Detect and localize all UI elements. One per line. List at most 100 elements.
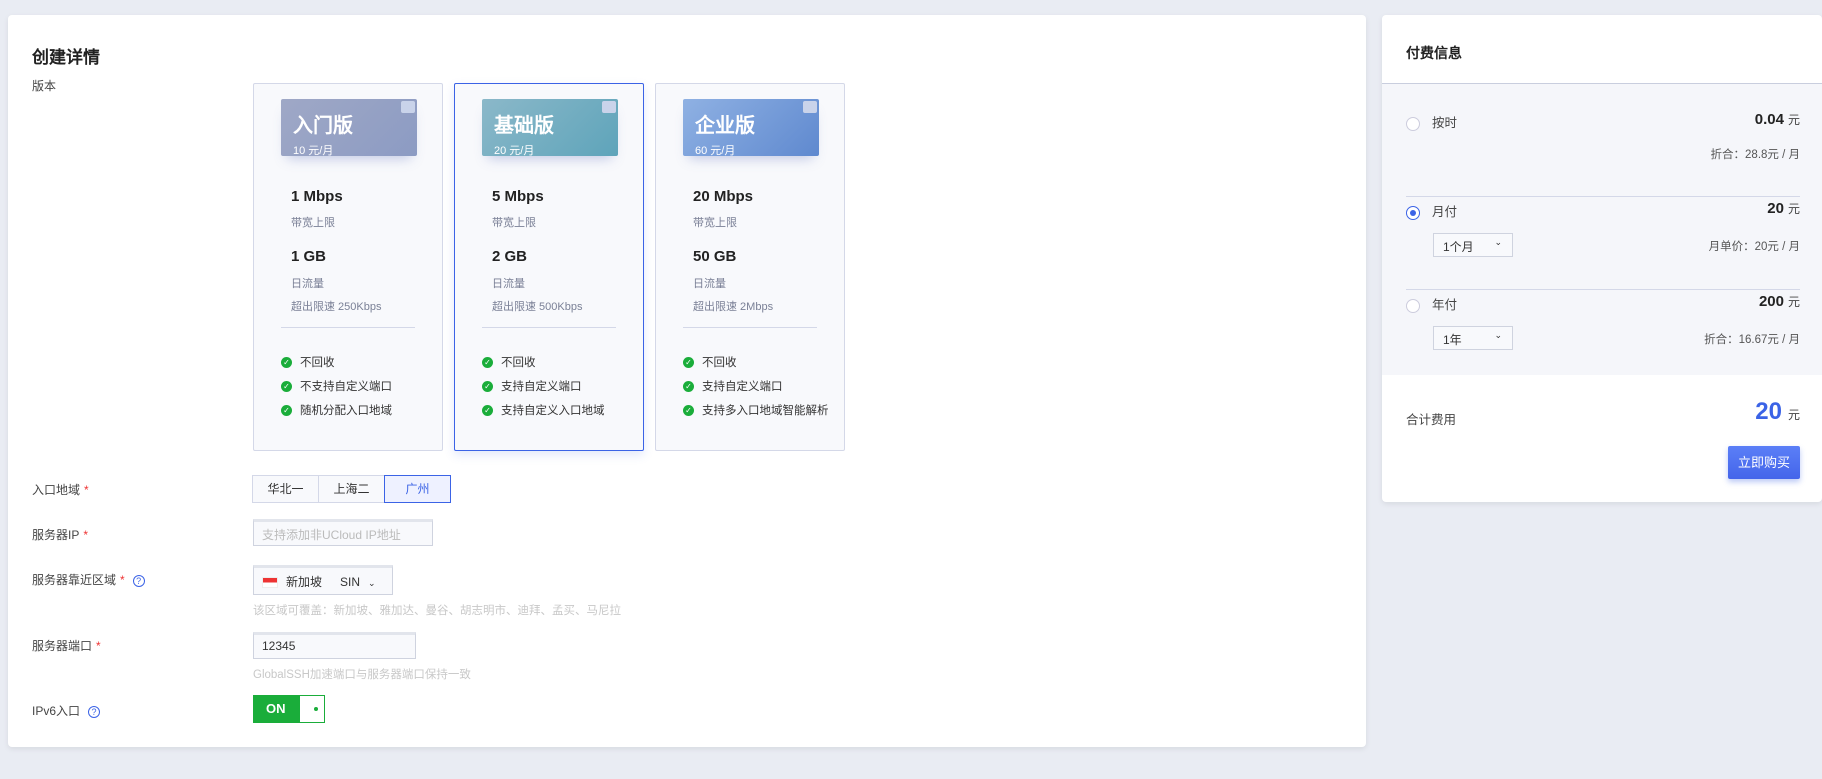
check-circle-icon: ✓ bbox=[281, 381, 292, 393]
plan-limit: 超出限速 500Kbps bbox=[492, 301, 583, 313]
yearly-duration-value: 1年 bbox=[1443, 333, 1462, 347]
plan-traffic: 1 GB bbox=[291, 248, 327, 265]
yearly-label: 年付 bbox=[1432, 298, 1458, 312]
divider bbox=[482, 327, 616, 328]
plan-badge: 企业版 60 元/月 bbox=[683, 99, 819, 157]
server-ip-placeholder: 支持添加非UCloud IP地址 bbox=[262, 528, 401, 542]
ipv6-label-text: IPv6入口 bbox=[32, 704, 81, 718]
near-region-hint: 该区域可覆盖：新加坡、雅加达、曼谷、胡志明市、迪拜、孟买、马尼拉 bbox=[253, 605, 621, 617]
server-ip-input[interactable]: 支持添加非UCloud IP地址 bbox=[253, 519, 433, 546]
buy-now-button[interactable]: 立即购买 bbox=[1728, 446, 1800, 479]
plan-limit: 超出限速 2Mbps bbox=[693, 301, 774, 313]
plan-traffic-label: 日流量 bbox=[291, 278, 324, 290]
help-icon[interactable]: ? bbox=[88, 705, 101, 718]
region-option[interactable]: 华北一 bbox=[252, 475, 319, 503]
plan-bandwidth-label: 带宽上限 bbox=[693, 217, 737, 229]
create-details-panel: 创建详情 版本 入门版 10 元/月 1 Mbps 带宽上限 1 GB 日流量 超… bbox=[8, 15, 1366, 747]
plan-feature: ✓ 不支持自定义端口 bbox=[281, 378, 392, 394]
plan-feature: ✓ 不回收 bbox=[683, 354, 737, 370]
total-price: 20 元 bbox=[1755, 398, 1800, 426]
coupon-icon bbox=[401, 101, 415, 113]
plan-feature-text: 不支持自定义端口 bbox=[300, 381, 392, 393]
check-circle-icon: ✓ bbox=[683, 405, 694, 417]
plan-feature-text: 支持多入口地域智能解析 bbox=[702, 405, 829, 417]
hourly-price-value: 0.04 bbox=[1754, 111, 1784, 128]
payment-title: 付费信息 bbox=[1382, 15, 1822, 84]
billing-hourly[interactable]: 按时 bbox=[1406, 112, 1457, 131]
plan-card[interactable]: 企业版 60 元/月 20 Mbps 带宽上限 50 GB 日流量 超出限速 2M… bbox=[655, 83, 845, 451]
payment-info-panel: 付费信息 按时 0.04 元 折合：28.8元 / 月 月付 20 元 1个月 ⌄ 月… bbox=[1382, 15, 1822, 502]
monthly-price-value: 20 bbox=[1767, 200, 1784, 217]
monthly-duration-value: 1个月 bbox=[1443, 240, 1474, 254]
billing-monthly[interactable]: 月付 bbox=[1406, 201, 1457, 220]
plan-bandwidth: 1 Mbps bbox=[291, 188, 343, 205]
coupon-icon bbox=[602, 101, 616, 113]
plan-traffic-label: 日流量 bbox=[693, 278, 726, 290]
ipv6-toggle[interactable]: ON bbox=[253, 695, 325, 723]
plan-feature: ✓ 支持自定义端口 bbox=[482, 378, 582, 394]
monthly-note: 月单价：20元 / 月 bbox=[1708, 241, 1800, 253]
server-ip-label: 服务器IP * bbox=[32, 526, 88, 543]
plan-name: 企业版 bbox=[695, 115, 755, 137]
chevron-down-icon: ⌄ bbox=[1494, 237, 1502, 247]
hourly-label: 按时 bbox=[1432, 116, 1458, 130]
unit: 元 bbox=[1787, 408, 1800, 422]
ipv6-label: IPv6入口? bbox=[32, 702, 101, 719]
toggle-state: ON bbox=[254, 696, 300, 722]
plan-card[interactable]: 基础版 20 元/月 5 Mbps 带宽上限 2 GB 日流量 超出限速 500K… bbox=[454, 83, 644, 451]
plan-feature: ✓ 不回收 bbox=[482, 354, 536, 370]
unit: 元 bbox=[1787, 202, 1800, 216]
plan-card[interactable]: 入门版 10 元/月 1 Mbps 带宽上限 1 GB 日流量 超出限速 250K… bbox=[253, 83, 443, 451]
plan-bandwidth: 20 Mbps bbox=[693, 188, 754, 205]
near-region-label: 服务器靠近区域 *? bbox=[32, 571, 145, 588]
version-label: 版本 bbox=[32, 79, 57, 93]
near-region-code: SIN bbox=[340, 575, 361, 589]
monthly-duration-select[interactable]: 1个月 ⌄ bbox=[1433, 233, 1513, 257]
plan-feature: ✓ 支持自定义端口 bbox=[683, 378, 783, 394]
hourly-price: 0.04 元 bbox=[1755, 111, 1800, 128]
yearly-price-value: 200 bbox=[1758, 293, 1784, 310]
check-circle-icon: ✓ bbox=[482, 357, 493, 369]
server-port-hint: GlobalSSH加速端口与服务器端口保持一致 bbox=[253, 669, 471, 681]
region-option[interactable]: 上海二 bbox=[318, 475, 385, 503]
chevron-down-icon: ⌄ bbox=[368, 578, 376, 588]
region-label: 入口地域 * bbox=[32, 481, 89, 498]
singapore-flag-icon bbox=[262, 577, 278, 589]
near-region-select[interactable]: 新加坡 SIN ⌄ bbox=[253, 565, 393, 595]
required-mark: * bbox=[83, 528, 89, 542]
radio-hourly[interactable] bbox=[1406, 116, 1420, 131]
monthly-price: 20 元 bbox=[1767, 200, 1800, 217]
total-value: 20 bbox=[1755, 398, 1782, 425]
check-circle-icon: ✓ bbox=[683, 381, 694, 393]
yearly-price: 200 元 bbox=[1759, 293, 1800, 310]
plan-traffic: 2 GB bbox=[492, 248, 528, 265]
plan-feature-text: 随机分配入口地域 bbox=[300, 405, 392, 417]
plan-feature-text: 支持自定义端口 bbox=[501, 381, 582, 393]
hourly-note: 折合：28.8元 / 月 bbox=[1710, 149, 1800, 161]
radio-monthly[interactable] bbox=[1406, 205, 1420, 220]
billing-yearly[interactable]: 年付 bbox=[1406, 294, 1457, 313]
plan-price: 10 元/月 bbox=[293, 145, 334, 157]
plan-feature-text: 不回收 bbox=[702, 357, 737, 369]
server-port-input[interactable]: 12345 bbox=[253, 632, 416, 659]
yearly-duration-select[interactable]: 1年 ⌄ bbox=[1433, 326, 1513, 350]
plan-feature: ✓ 随机分配入口地域 bbox=[281, 402, 392, 418]
divider bbox=[683, 327, 817, 328]
near-region-value: 新加坡 bbox=[286, 575, 323, 589]
page-title: 创建详情 bbox=[32, 48, 100, 67]
region-label-text: 入口地域 bbox=[32, 483, 81, 497]
check-circle-icon: ✓ bbox=[683, 357, 694, 369]
plan-badge: 基础版 20 元/月 bbox=[482, 99, 618, 157]
server-port-label: 服务器端口 * bbox=[32, 637, 101, 654]
region-option-selected[interactable]: 广州 bbox=[384, 475, 451, 503]
unit: 元 bbox=[1787, 113, 1800, 127]
divider bbox=[1406, 196, 1800, 197]
plan-feature-text: 不回收 bbox=[300, 357, 335, 369]
help-icon[interactable]: ? bbox=[132, 574, 145, 587]
check-circle-icon: ✓ bbox=[281, 405, 292, 417]
radio-yearly[interactable] bbox=[1406, 298, 1420, 313]
plan-bandwidth: 5 Mbps bbox=[492, 188, 544, 205]
server-port-label-text: 服务器端口 bbox=[32, 639, 93, 653]
check-circle-icon: ✓ bbox=[482, 381, 493, 393]
plan-feature: ✓ 不回收 bbox=[281, 354, 335, 370]
